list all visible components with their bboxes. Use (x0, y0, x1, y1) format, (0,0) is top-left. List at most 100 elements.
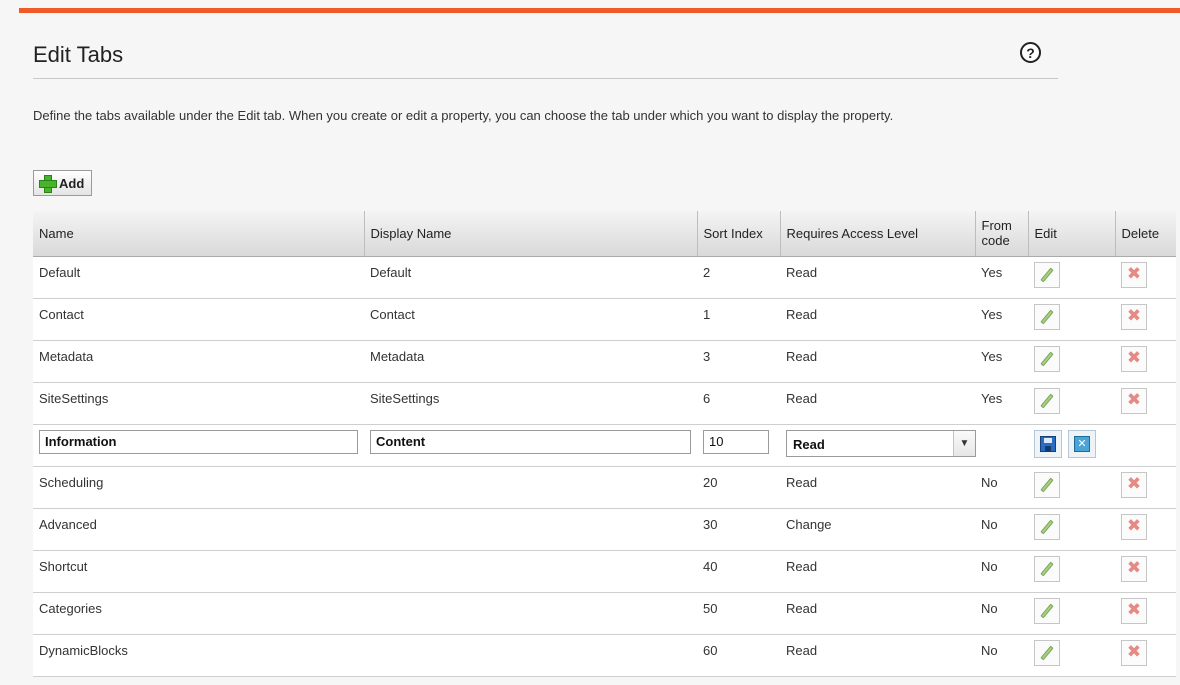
cell-edit (1028, 256, 1115, 299)
add-button[interactable]: Add (33, 170, 93, 196)
cell-from-code: No (975, 592, 1028, 635)
table-row: Shortcut 40 Read No ✖ (33, 550, 1176, 593)
cell-sort-index: 60 (697, 634, 780, 677)
cell-sort-index: 6 (697, 382, 780, 425)
table-row: Metadata Metadata 3 Read Yes ✖ (33, 340, 1176, 383)
column-header-access-level[interactable]: Requires Access Level (780, 211, 976, 257)
chevron-down-icon[interactable]: ▼ (953, 430, 975, 456)
delete-button[interactable]: ✖ (1121, 387, 1147, 414)
add-button-label: Add (59, 175, 85, 191)
top-accent-bar (19, 8, 1180, 13)
cell-from-code: Yes (975, 382, 1028, 425)
delete-icon: ✖ (1126, 600, 1142, 620)
column-header-from-code[interactable]: From code (975, 211, 1029, 257)
cell-access-level: Read (780, 382, 975, 425)
table-header-row: Name Display Name Sort Index Requires Ac… (33, 211, 1176, 257)
pencil-icon (1040, 351, 1054, 366)
cell-name: SiteSettings (33, 382, 364, 425)
cell-display-name: SiteSettings (364, 382, 697, 425)
help-icon[interactable]: ? (1020, 42, 1041, 63)
edit-button[interactable] (1034, 303, 1060, 330)
delete-button[interactable]: ✖ (1121, 261, 1147, 288)
cell-display-name (364, 466, 697, 509)
cell-name: Advanced (33, 508, 364, 551)
edit-button[interactable] (1034, 639, 1060, 666)
delete-icon: ✖ (1126, 642, 1142, 662)
delete-icon: ✖ (1126, 474, 1142, 494)
column-header-sort-index[interactable]: Sort Index (697, 211, 781, 257)
cell-from-code: Yes (975, 256, 1028, 299)
cell-display-name: Contact (364, 298, 697, 341)
pencil-icon (1040, 603, 1054, 618)
cell-from-code (975, 424, 1028, 467)
save-icon (1040, 435, 1056, 452)
cell-display-name (364, 634, 697, 677)
pencil-icon (1040, 477, 1054, 492)
cell-edit (1028, 550, 1115, 593)
delete-icon: ✖ (1126, 390, 1142, 410)
cell-delete: ✖ (1115, 340, 1176, 383)
cancel-button[interactable]: ✕ (1068, 429, 1096, 458)
cell-access-level: Read (780, 592, 975, 635)
cell-name: Metadata (33, 340, 364, 383)
edit-button[interactable] (1034, 513, 1060, 540)
column-header-name[interactable]: Name (33, 211, 365, 257)
delete-icon: ✖ (1126, 306, 1142, 326)
delete-button[interactable]: ✖ (1121, 303, 1147, 330)
page-title: Edit Tabs (33, 42, 124, 67)
cell-name: Contact (33, 298, 364, 341)
name-input[interactable] (39, 429, 358, 454)
cell-name: DynamicBlocks (33, 634, 364, 677)
delete-button[interactable]: ✖ (1121, 345, 1147, 372)
delete-button[interactable]: ✖ (1121, 639, 1147, 666)
title-divider (33, 78, 1058, 79)
edit-button[interactable] (1034, 387, 1060, 414)
table-row-editing: Read ▼ ✕ (33, 424, 1176, 467)
table-row: SiteSettings SiteSettings 6 Read Yes ✖ (33, 382, 1176, 425)
column-header-delete: Delete (1115, 211, 1176, 257)
table-row: DynamicBlocks 60 Read No ✖ (33, 634, 1176, 677)
access-level-select[interactable]: Read ▼ (786, 429, 976, 457)
cancel-icon: ✕ (1074, 435, 1090, 452)
cell-edit (1028, 592, 1115, 635)
pencil-icon (1040, 519, 1054, 534)
cell-delete: ✖ (1115, 592, 1176, 635)
cell-access-level: Read (780, 466, 975, 509)
cell-sort-index: 50 (697, 592, 780, 635)
cell-name: Scheduling (33, 466, 364, 509)
pencil-icon (1040, 267, 1054, 282)
access-level-selected: Read (793, 436, 825, 452)
edit-button[interactable] (1034, 345, 1060, 372)
cell-access-level: Read ▼ (780, 424, 976, 467)
delete-icon: ✖ (1126, 264, 1142, 284)
pencil-icon (1040, 645, 1054, 660)
edit-button[interactable] (1034, 261, 1060, 288)
edit-button[interactable] (1034, 555, 1060, 582)
cell-edit (1028, 466, 1115, 509)
cell-sort-index: 40 (697, 550, 780, 593)
tabs-table: Name Display Name Sort Index Requires Ac… (33, 211, 1176, 677)
cell-delete: ✖ (1115, 256, 1176, 299)
display-name-input[interactable] (370, 429, 691, 454)
cell-access-level: Read (780, 340, 975, 383)
cell-from-code: Yes (975, 340, 1028, 383)
save-button[interactable] (1034, 429, 1062, 458)
delete-button[interactable]: ✖ (1121, 513, 1147, 540)
cell-edit-actions: ✕ (1028, 424, 1176, 467)
column-header-display-name[interactable]: Display Name (364, 211, 698, 257)
sort-index-input[interactable] (703, 429, 769, 454)
cell-delete: ✖ (1115, 298, 1176, 341)
cell-display-name (364, 592, 697, 635)
delete-button[interactable]: ✖ (1121, 597, 1147, 624)
cell-delete: ✖ (1115, 634, 1176, 677)
cell-access-level: Read (780, 550, 975, 593)
edit-button[interactable] (1034, 597, 1060, 624)
cell-name: Categories (33, 592, 364, 635)
cell-name: Shortcut (33, 550, 364, 593)
delete-icon: ✖ (1126, 558, 1142, 578)
pencil-icon (1040, 393, 1054, 408)
delete-button[interactable]: ✖ (1121, 471, 1147, 498)
delete-button[interactable]: ✖ (1121, 555, 1147, 582)
edit-button[interactable] (1034, 471, 1060, 498)
cell-access-level: Change (780, 508, 975, 551)
